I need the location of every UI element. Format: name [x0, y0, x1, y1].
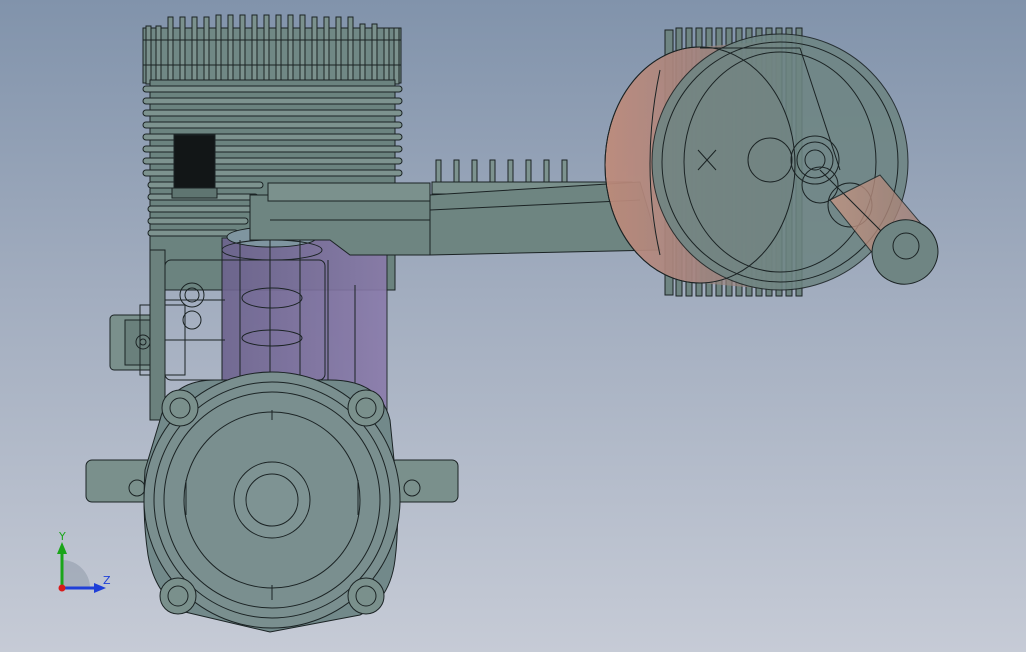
- z-axis-label: Z: [103, 574, 111, 587]
- piston-assembly[interactable]: [604, 27, 947, 297]
- crankcase-backplate[interactable]: [143, 371, 401, 633]
- view-orientation-triad[interactable]: Y Z: [40, 530, 130, 610]
- head-fins[interactable]: [142, 14, 402, 85]
- y-axis-label: Y: [59, 530, 66, 543]
- axis-triad-icon: [57, 542, 106, 593]
- cad-graphics-viewport[interactable]: Y Z: [0, 0, 1026, 652]
- engine-assembly-model[interactable]: [0, 0, 1026, 652]
- glow-plug[interactable]: [173, 134, 216, 191]
